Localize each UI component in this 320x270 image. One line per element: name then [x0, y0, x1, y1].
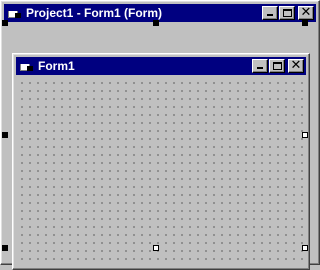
form1-window[interactable]: Form1 ✕: [12, 53, 310, 270]
handle-top-middle[interactable]: [153, 20, 159, 26]
form1-title: Form1: [38, 59, 75, 73]
form1-minimize-button[interactable]: [252, 59, 268, 73]
minimize-icon: [267, 14, 273, 16]
handle-middle-right[interactable]: [302, 132, 308, 138]
minimize-icon: [257, 67, 263, 69]
form1-title-bar[interactable]: Form1 ✕: [16, 57, 306, 75]
maximize-icon: [273, 62, 282, 70]
designer-maximize-button[interactable]: [279, 6, 295, 20]
form-designer-icon[interactable]: [8, 7, 22, 19]
designer-minimize-button[interactable]: [262, 6, 278, 20]
handle-middle-left[interactable]: [2, 132, 8, 138]
designer-title-bar[interactable]: Project1 - Form1 (Form) ✕: [4, 4, 316, 22]
handle-top-right[interactable]: [302, 20, 308, 26]
maximize-icon: [283, 9, 292, 17]
form1-client-area[interactable]: [16, 77, 306, 266]
form-icon[interactable]: [20, 60, 34, 72]
handle-bottom-left[interactable]: [2, 245, 8, 251]
handle-top-left[interactable]: [2, 20, 8, 26]
handle-bottom-middle[interactable]: [153, 245, 159, 251]
form1-close-button[interactable]: ✕: [288, 58, 304, 73]
designer-surface[interactable]: Form1 ✕: [4, 24, 316, 270]
close-icon: ✕: [290, 58, 302, 73]
designer-close-button[interactable]: ✕: [298, 5, 314, 20]
designer-window: Project1 - Form1 (Form) ✕ Form1 ✕: [0, 0, 320, 270]
close-icon: ✕: [300, 5, 312, 20]
handle-bottom-right[interactable]: [302, 245, 308, 251]
form1-maximize-button[interactable]: [269, 59, 285, 73]
designer-title: Project1 - Form1 (Form): [26, 6, 163, 20]
